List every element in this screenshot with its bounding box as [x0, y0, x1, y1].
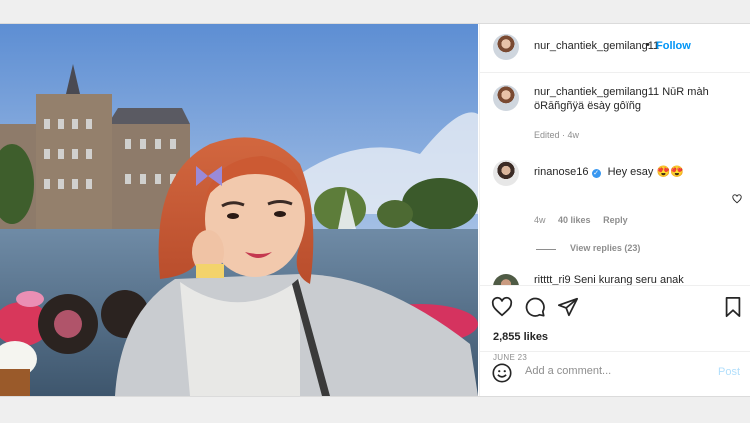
selfie-photo: [0, 24, 478, 396]
heart-icon[interactable]: [491, 296, 513, 318]
view-replies-button[interactable]: View replies (23): [570, 243, 640, 253]
post-actions: 2,855 likes JUNE 23: [480, 285, 750, 362]
avatar[interactable]: [493, 34, 519, 60]
comments-list[interactable]: nur_chantiek_gemilang11 NūR màh öRāñgñÿä…: [480, 73, 750, 285]
comment-like-heart-icon[interactable]: [732, 194, 742, 204]
caption-username[interactable]: nur_chantiek_gemilang11: [534, 86, 659, 98]
comment-input[interactable]: [525, 365, 695, 377]
replies-divider: [536, 249, 556, 250]
likes-count[interactable]: 2,855 likes: [493, 331, 548, 343]
bookmark-icon[interactable]: [722, 296, 744, 318]
post-photo[interactable]: [0, 24, 478, 396]
post-container: nur_chantiek_gemilang11 • Follow nur_cha…: [0, 23, 750, 397]
comment-avatar[interactable]: [493, 160, 519, 186]
caption-edited: Edited · 4w: [534, 130, 580, 140]
separator-dot: •: [646, 39, 650, 51]
add-comment-bar: Post: [480, 351, 750, 397]
caption-avatar[interactable]: [493, 85, 519, 111]
cut-comment-avatar[interactable]: [493, 274, 519, 285]
post-side-panel: nur_chantiek_gemilang11 • Follow nur_cha…: [479, 24, 750, 396]
verified-badge-icon: ✓: [591, 169, 601, 178]
comment-meta: 4w 40 likes Reply: [534, 215, 628, 225]
caption: nur_chantiek_gemilang11 NūR màh öRāñgñÿä…: [534, 85, 734, 113]
comment: rinanose16 ✓ Hey esay 😍😍: [534, 165, 684, 178]
comment-age: 4w: [534, 215, 546, 225]
post-button[interactable]: Post: [718, 366, 740, 378]
paper-plane-icon[interactable]: [557, 296, 579, 318]
comment-username[interactable]: rinanose16: [534, 166, 588, 178]
emoji-icon[interactable]: [491, 362, 513, 384]
cut-comment-text: ritttt_ri9 Seni kurang seru anak: [534, 274, 684, 285]
comment-text: Hey esay 😍😍: [607, 166, 684, 178]
header-username[interactable]: nur_chantiek_gemilang11: [534, 40, 659, 52]
comment-likes[interactable]: 40 likes: [558, 215, 591, 225]
reply-button[interactable]: Reply: [603, 215, 628, 225]
follow-button[interactable]: Follow: [656, 40, 691, 52]
post-header: nur_chantiek_gemilang11 • Follow: [480, 24, 750, 73]
speech-bubble-icon[interactable]: [524, 296, 546, 318]
